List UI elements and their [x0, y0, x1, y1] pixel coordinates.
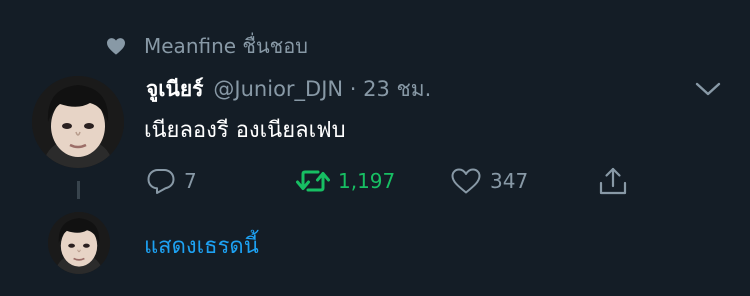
reply-button[interactable]: 7: [146, 164, 197, 198]
show-thread-link[interactable]: แสดงเธรดนี้: [144, 228, 259, 263]
chevron-down-icon[interactable]: [695, 78, 721, 98]
reply-count: 7: [184, 169, 197, 193]
avatar-image: [32, 76, 124, 168]
share-button[interactable]: [598, 164, 628, 198]
retweet-icon: [296, 170, 330, 192]
thread-avatar[interactable]: [48, 212, 110, 274]
social-context-text: Meanfine ชื่นชอบ: [144, 34, 308, 58]
reply-icon: [147, 169, 175, 194]
display-name[interactable]: จูเนียร์: [146, 73, 203, 106]
retweet-button[interactable]: 1,197: [296, 164, 395, 198]
avatar[interactable]: [32, 76, 124, 168]
like-button[interactable]: 347: [450, 164, 528, 198]
like-icon: [451, 168, 481, 194]
social-context[interactable]: Meanfine ชื่นชอบ: [106, 31, 308, 61]
tweet-header: จูเนียร์ @Junior_DJN · 23 ชม.: [146, 72, 431, 106]
like-count: 347: [490, 169, 529, 193]
retweet-count: 1,197: [338, 169, 396, 193]
handle-and-time[interactable]: @Junior_DJN · 23 ชม.: [213, 73, 431, 106]
share-icon: [599, 167, 627, 195]
thread-line: [77, 181, 80, 199]
heart-icon: [107, 38, 125, 55]
tweet-text: เนียลองรี องเนียลเฟบ: [144, 118, 346, 143]
thread-avatar-image: [48, 212, 110, 274]
